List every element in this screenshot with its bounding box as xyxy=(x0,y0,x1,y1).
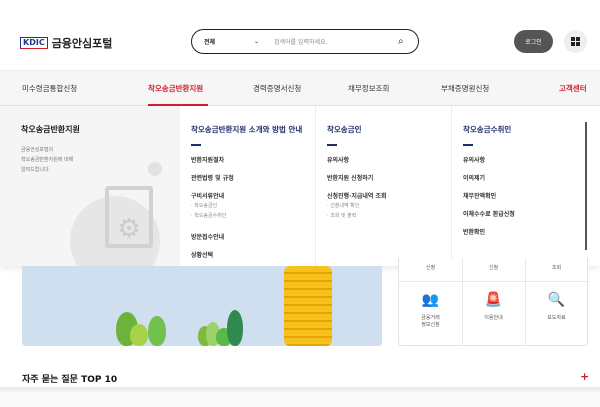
search-scope-select[interactable]: 전체 xyxy=(204,37,254,46)
main-nav: 미수령금통합신청 착오송금반환지원 경력증명서신청 채무정보조회 부채증명원신청… xyxy=(0,70,600,106)
menu-link[interactable]: 이체수수료 환급신청 xyxy=(463,209,578,227)
menu-link[interactable]: 관련법령 및 규정 xyxy=(191,173,305,191)
header: KDIC 금융안심포털 전체 ⌄ 검색어를 입력하세요. ⌕ 로그인 xyxy=(0,0,600,70)
quick-menu: 신청 신청 조회 👥 금융거래 정보신청 🚨 이용안내 🔍 보도자료 xyxy=(398,258,589,346)
search-icon[interactable]: ⌕ xyxy=(398,36,418,47)
quick-item[interactable]: 신청 xyxy=(462,264,525,271)
siren-icon: 🚨 xyxy=(484,292,503,308)
quick-item[interactable]: 신청 xyxy=(399,264,462,271)
menu-link[interactable]: 채무잔액확인 xyxy=(463,191,578,209)
nav-item-debt-info[interactable]: 채무정보조회 xyxy=(348,83,389,94)
menu-link[interactable]: 반환지원 신청하기 xyxy=(327,173,441,191)
nav-item-career[interactable]: 경력증명서신청 xyxy=(253,83,301,94)
mega-desc: 금융안심포털의 착오송금반환지원에 대해 알려드립니다. xyxy=(21,147,74,173)
kdic-logo-mark: KDIC xyxy=(20,37,48,49)
document-search-icon: 🔍 xyxy=(547,292,566,308)
column-title: 착오송금인 xyxy=(327,125,362,134)
mega-menu: 착오송금반환지원 금융안심포털의 착오송금반환지원에 대해 알려드립니다. ⚙ 착오… xyxy=(0,106,600,266)
nav-item-debt-cert[interactable]: 부채증명원신청 xyxy=(441,83,489,94)
quick-item-guide[interactable]: 🚨 이용안내 xyxy=(462,292,525,321)
menu-link[interactable]: 방문접수안내 xyxy=(191,232,305,250)
menu-link[interactable]: 상황선택 xyxy=(191,250,305,268)
document-gear-icon: ⚙ xyxy=(105,186,153,248)
nav-item-mistransfer[interactable]: 착오송금반환지원 xyxy=(148,83,203,94)
menu-link[interactable]: 반환지원절차 xyxy=(191,155,305,173)
column-title: 착오송금수취인 xyxy=(463,125,512,134)
menu-column-recipient: 착오송금수취인 유의사항 이의제기 채무잔액확인 이체수수료 환급신청 반환확인 xyxy=(452,106,588,266)
menu-sublink[interactable]: · 조회 및 출력 xyxy=(327,212,441,222)
nav-item-customer-center[interactable]: 고객센터 xyxy=(559,83,587,94)
column-title: 착오송금반환지원 소개와 방법 안내 xyxy=(191,125,303,134)
handshake-icon: 👥 xyxy=(421,292,440,308)
mega-title: 착오송금반환지원 xyxy=(21,125,80,134)
all-menu-button[interactable] xyxy=(564,30,587,53)
menu-sublink[interactable]: · 착오송금수취인 xyxy=(191,212,305,222)
faq-more-plus-icon[interactable]: + xyxy=(580,370,589,383)
menu-sublink[interactable]: · 착오송금인 xyxy=(191,202,305,212)
mega-intro: 착오송금반환지원 금융안심포털의 착오송금반환지원에 대해 알려드립니다. ⚙ xyxy=(0,106,180,266)
search-bar: 전체 ⌄ 검색어를 입력하세요. ⌕ xyxy=(191,29,419,54)
menu-column-intro: 착오송금반환지원 소개와 방법 안내 반환지원절차 관련법령 및 규정 구비서류… xyxy=(180,106,316,266)
menu-link[interactable]: 반환확인 xyxy=(463,227,578,245)
nav-item-unclaimed[interactable]: 미수령금통합신청 xyxy=(22,83,77,94)
grid-icon xyxy=(571,37,580,46)
quick-item-financial-info[interactable]: 👥 금융거래 정보신청 xyxy=(399,292,462,328)
chevron-down-icon[interactable]: ⌄ xyxy=(254,38,274,45)
quick-item[interactable]: 조회 xyxy=(525,264,588,271)
faq-title: 자주 묻는 질문 TOP 10 xyxy=(22,375,118,385)
menu-link[interactable]: 유의사항 xyxy=(327,155,441,173)
quick-item-press[interactable]: 🔍 보도자료 xyxy=(525,292,588,321)
coin-stack-illustration xyxy=(284,266,332,346)
main-banner[interactable] xyxy=(22,266,382,346)
search-input[interactable]: 검색어를 입력하세요. xyxy=(274,37,398,46)
menu-link[interactable]: 이의제기 xyxy=(463,173,578,191)
scrollbar[interactable] xyxy=(585,122,587,250)
logo[interactable]: KDIC 금융안심포털 xyxy=(20,35,112,51)
logo-text: 금융안심포털 xyxy=(51,37,113,50)
menu-sublink[interactable]: · 신청내역 확인 xyxy=(327,202,441,212)
menu-column-sender: 착오송금인 유의사항 반환지원 신청하기 신청진행·지급내역 조회 · 신청내역… xyxy=(316,106,452,266)
menu-link[interactable]: 유의사항 xyxy=(463,155,578,173)
login-button[interactable]: 로그인 xyxy=(514,30,553,53)
